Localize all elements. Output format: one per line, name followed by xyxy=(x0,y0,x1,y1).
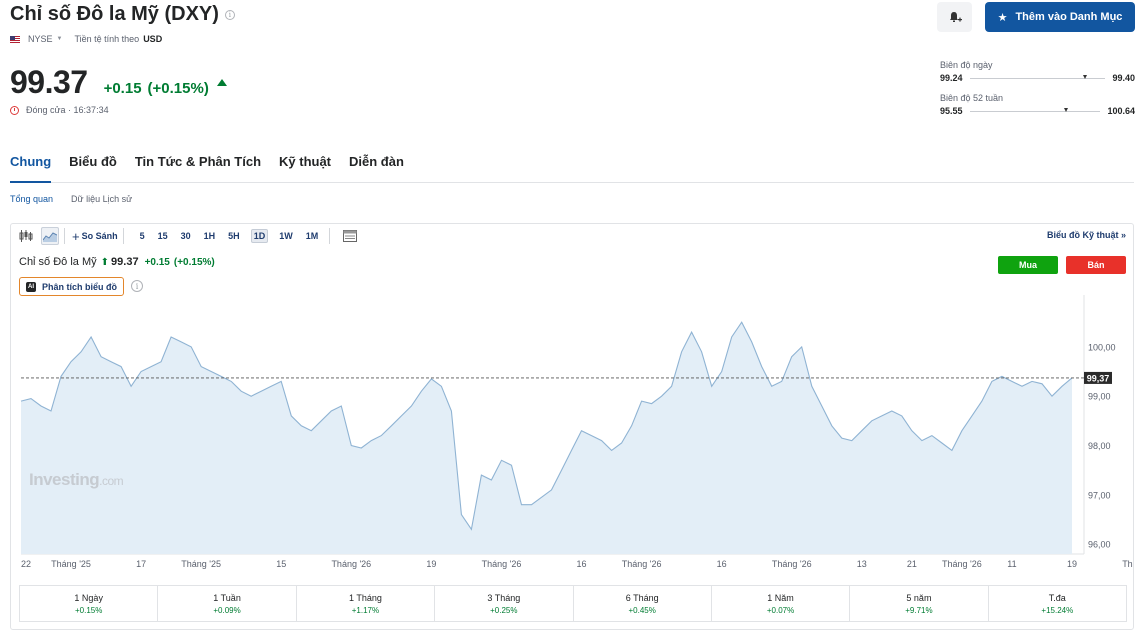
perf-value: +0.09% xyxy=(213,605,241,615)
page-title: Chỉ số Đô la Mỹ (DXY) xyxy=(10,3,219,25)
week52-range: Biên độ 52 tuần 95.55 100.64 xyxy=(940,93,1135,116)
x-tick-label: Tháng '26 xyxy=(772,559,812,569)
perf-label: 6 Tháng xyxy=(625,592,659,603)
watermark-brand: Investing xyxy=(29,470,100,489)
exchange-selector[interactable]: NYSE xyxy=(28,34,53,44)
x-tick-label: 19 xyxy=(426,559,436,569)
info-icon[interactable]: i xyxy=(224,9,235,20)
perf-label: 5 năm xyxy=(906,592,932,603)
perf-5y[interactable]: 5 năm +9.71% xyxy=(850,586,989,621)
subtab-du-lieu-lich-su[interactable]: Dữ liệu Lịch sử xyxy=(71,194,132,204)
sub-tabs: Tổng quan Dữ liệu Lịch sử xyxy=(10,194,150,204)
price-row: 99.37 +0.15 (+0.15%) xyxy=(10,64,227,101)
x-tick-label: Tháng '26 xyxy=(942,559,982,569)
currency-label: Tiền tệ tính theo xyxy=(74,34,140,44)
perf-label: 3 Tháng xyxy=(487,592,521,603)
perf-value: +0.15% xyxy=(75,605,103,615)
last-price: 99.37 xyxy=(10,64,88,100)
perf-label: 1 Ngày xyxy=(74,592,103,603)
x-tick-label: 16 xyxy=(577,559,587,569)
price-change-pct: (+0.15%) xyxy=(147,80,209,97)
x-tick-label: Tháng '26 xyxy=(622,559,662,569)
y-tick-label: 98,00 xyxy=(1088,441,1111,451)
x-tick-label: Tháng '25 xyxy=(181,559,221,569)
chevron-down-icon[interactable]: ▼ xyxy=(57,36,63,42)
x-tick-label: Tháng '26 xyxy=(482,559,522,569)
watchlist-label: Thêm vào Danh Mục xyxy=(1015,11,1123,23)
x-tick-label: Tháng '25 xyxy=(51,559,91,569)
x-tick-label: 11 xyxy=(1007,559,1016,569)
x-tick-label: 15 xyxy=(276,559,286,569)
x-tick-label: 22 xyxy=(21,559,31,569)
perf-label: 1 Năm xyxy=(767,592,794,603)
perf-1y[interactable]: 1 Năm +0.07% xyxy=(712,586,851,621)
week52-range-high: 100.64 xyxy=(1107,106,1135,116)
x-tick-label: 16 xyxy=(717,559,727,569)
tab-chung[interactable]: Chung xyxy=(10,152,52,183)
day-range-high: 99.40 xyxy=(1112,73,1135,83)
day-range: Biên độ ngày 99.24 99.40 xyxy=(940,60,1135,83)
day-range-bar xyxy=(969,74,1106,79)
price-change: +0.15 xyxy=(103,80,142,97)
x-tick-label: Tháng '26 xyxy=(331,559,371,569)
perf-1m[interactable]: 1 Tháng +1.17% xyxy=(297,586,436,621)
star-icon: ★ xyxy=(997,11,1008,24)
perf-value: +9.71% xyxy=(905,605,933,615)
y-tick-label: 99,00 xyxy=(1088,392,1111,402)
meta-row: NYSE ▼ Tiền tệ tính theo USD xyxy=(10,34,162,44)
day-range-marker xyxy=(1083,74,1088,79)
y-tick-label: 96,00 xyxy=(1088,540,1111,550)
currency-value: USD xyxy=(143,34,163,44)
perf-value: +0.07% xyxy=(766,605,795,615)
tab-tin-tuc[interactable]: Tin Tức & Phân Tích xyxy=(135,152,261,183)
y-tick-label: 97,00 xyxy=(1088,490,1111,500)
alert-button[interactable] xyxy=(937,2,972,32)
x-tick-label: 17 xyxy=(136,559,146,569)
perf-label: 1 Tuần xyxy=(213,592,241,603)
perf-1w[interactable]: 1 Tuần +0.09% xyxy=(158,586,297,621)
subtab-tong-quan[interactable]: Tổng quan xyxy=(10,194,53,204)
x-tick-label: Tháng '26 xyxy=(1122,559,1133,569)
bell-plus-icon xyxy=(949,12,962,22)
x-tick-label: 21 xyxy=(907,559,917,569)
week52-range-marker xyxy=(1064,107,1069,112)
perf-max[interactable]: T.đa +15.24% xyxy=(989,586,1126,621)
y-tick-label: 100,00 xyxy=(1088,342,1116,352)
chart-card: + So Sánh 5 15 30 1H 5H 1D 1W 1M Biểu đồ… xyxy=(10,223,1134,630)
watermark-suffix: .com xyxy=(99,474,124,488)
week52-range-label: Biên độ 52 tuần xyxy=(940,93,1004,103)
perf-6m[interactable]: 6 Tháng +0.45% xyxy=(574,586,712,621)
week52-range-bar xyxy=(969,107,1101,112)
us-flag-icon xyxy=(10,35,20,43)
market-status: Đóng cửa · 16:37:34 xyxy=(10,105,109,115)
x-tick-label: 13 xyxy=(857,559,867,569)
perf-label: 1 Tháng xyxy=(349,592,382,603)
day-range-low: 99.24 xyxy=(940,73,963,83)
title-row: Chỉ số Đô la Mỹ (DXY) i xyxy=(10,3,235,26)
week52-range-low: 95.55 xyxy=(940,106,963,116)
investing-watermark: Investing.com xyxy=(29,470,124,490)
perf-label: T.đa xyxy=(1048,592,1066,603)
day-range-label: Biên độ ngày xyxy=(940,60,993,70)
price-chart[interactable]: 99,37 100,00 99,00 98,00 97,00 96,00 22 Tháng '… xyxy=(11,224,1133,584)
add-to-watchlist-button[interactable]: ★ Thêm vào Danh Mục xyxy=(985,2,1135,32)
perf-1d[interactable]: 1 Ngày +0.15% xyxy=(20,586,159,621)
tab-bieu-do[interactable]: Biểu đồ xyxy=(69,152,117,183)
last-price-label: 99,37 xyxy=(1087,373,1110,383)
perf-value: +15.24% xyxy=(1041,605,1074,615)
tab-dien-dan[interactable]: Diễn đàn xyxy=(349,152,404,183)
up-arrow-icon xyxy=(216,79,227,86)
status-text: Đóng cửa · 16:37:34 xyxy=(26,105,109,115)
series-area xyxy=(21,322,1072,554)
perf-value: +0.25% xyxy=(490,605,518,615)
clock-icon xyxy=(10,105,19,115)
performance-bar: 1 Ngày +0.15% 1 Tuần +0.09% 1 Tháng +1.17% … xyxy=(19,585,1127,622)
main-tabs: Chung Biểu đồ Tin Tức & Phân Tích Kỹ thu… xyxy=(10,152,1134,183)
perf-value: +0.45% xyxy=(628,605,656,615)
perf-value: +1.17% xyxy=(351,605,380,615)
x-tick-label: 19 xyxy=(1067,559,1077,569)
perf-3m[interactable]: 3 Tháng +0.25% xyxy=(435,586,574,621)
tab-ky-thuat[interactable]: Kỹ thuật xyxy=(279,152,331,183)
